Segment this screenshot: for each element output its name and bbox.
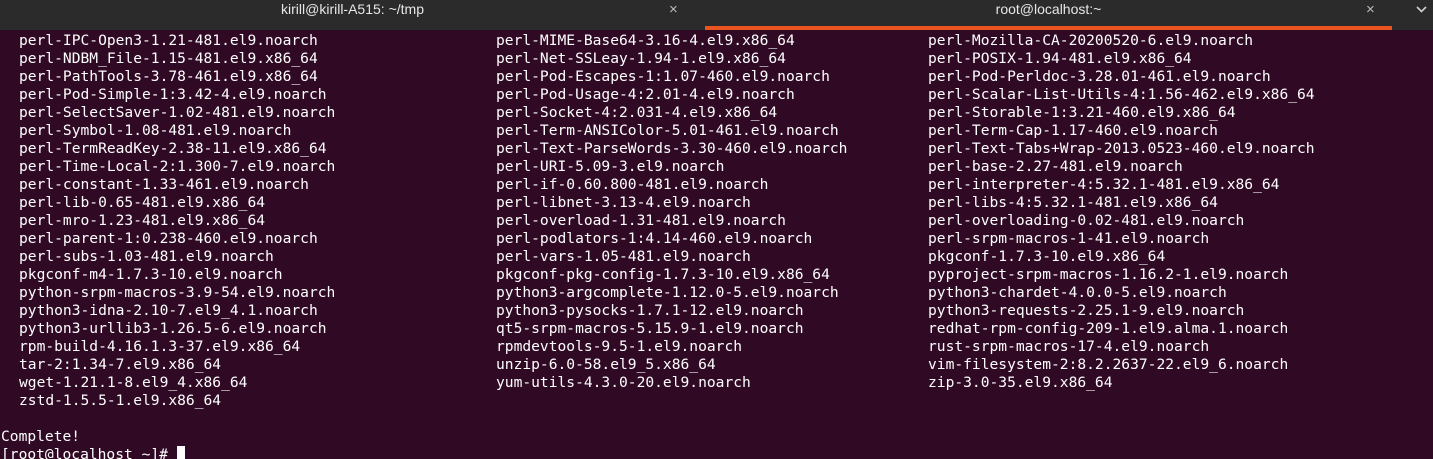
tab-kirill-tmp[interactable]: kirill@kirill-A515: ~/tmp × [0,0,705,30]
package-entry: perl-POSIX-1.94-481.el9.x86_64 [928,50,1192,67]
package-entry: perl-Text-Tabs+Wrap-2013.0523-460.el9.no… [928,140,1315,157]
package-entry: rust-srpm-macros-17-4.el9.noarch [928,338,1210,355]
close-icon[interactable]: × [1366,0,1375,19]
package-entry: wget-1.21.1-8.el9_4.x86_64 [19,374,248,391]
package-entry: zstd-1.5.5-1.el9.x86_64 [19,392,222,409]
package-entry: perl-Net-SSLeay-1.94-1.el9.x86_64 [496,50,786,67]
package-entry: perl-libs-4:5.32.1-481.el9.x86_64 [928,194,1218,211]
chevron-down-icon[interactable] [1412,0,1432,22]
package-entry: perl-overload-1.31-481.el9.noarch [496,212,786,229]
package-entry: perl-overloading-0.02-481.el9.noarch [928,212,1245,229]
package-entry: pkgconf-1.7.3-10.el9.x86_64 [928,248,1166,265]
package-entry: perl-constant-1.33-461.el9.noarch [19,176,309,193]
package-entry: perl-interpreter-4:5.32.1-481.el9.x86_64 [928,176,1280,193]
package-entry: tar-2:1.34-7.el9.x86_64 [19,356,222,373]
package-entry: unzip-6.0-58.el9_5.x86_64 [496,356,716,373]
package-entry: python3-pysocks-1.7.1-12.el9.noarch [496,302,804,319]
package-entry: zip-3.0-35.el9.x86_64 [928,374,1113,391]
package-entry: perl-Time-Local-2:1.300-7.el9.noarch [19,158,336,175]
tab-root-localhost[interactable]: root@localhost:~ × [705,0,1392,30]
package-entry: perl-base-2.27-481.el9.noarch [928,158,1183,175]
package-entry: perl-Text-ParseWords-3.30-460.el9.noarch [496,140,848,157]
package-entry: python-srpm-macros-3.9-54.el9.noarch [19,284,336,301]
package-entry: perl-Pod-Perldoc-3.28.01-461.el9.noarch [928,68,1271,85]
package-entry: perl-Socket-4:2.031-4.el9.x86_64 [496,104,778,121]
package-entry: perl-Mozilla-CA-20200520-6.el9.noarch [928,32,1254,49]
package-entry: python3-chardet-4.0.0-5.el9.noarch [928,284,1227,301]
tab-title: root@localhost:~ [995,1,1102,17]
package-entry: rpm-build-4.16.1.3-37.el9.x86_64 [19,338,301,355]
package-entry: pkgconf-m4-1.7.3-10.el9.noarch [19,266,283,283]
package-entry: perl-Term-Cap-1.17-460.el9.noarch [928,122,1218,139]
tab-bar: kirill@kirill-A515: ~/tmp × root@localho… [0,0,1433,30]
package-entry: python3-argcomplete-1.12.0-5.el9.noarch [496,284,839,301]
package-entry: python3-requests-2.25.1-9.el9.noarch [928,302,1245,319]
package-entry: perl-subs-1.03-481.el9.noarch [19,248,274,265]
package-entry: perl-parent-1:0.238-460.el9.noarch [19,230,318,247]
package-entry: vim-filesystem-2:8.2.2637-22.el9_6.noarc… [928,356,1289,373]
text-cursor [176,446,185,459]
complete-message: Complete! [1,428,81,445]
package-entry: perl-URI-5.09-3.el9.noarch [496,158,725,175]
package-entry: perl-Term-ANSIColor-5.01-461.el9.noarch [496,122,839,139]
package-entry: perl-podlators-1:4.14-460.el9.noarch [496,230,813,247]
package-entry: perl-if-0.60.800-481.el9.noarch [496,176,769,193]
package-column-2: perl-MIME-Base64-3.16-4.el9.x86_64 perl-N… [496,32,847,392]
package-entry: pkgconf-pkg-config-1.7.3-10.el9.x86_64 [496,266,830,283]
package-entry: perl-Storable-1:3.21-460.el9.x86_64 [928,104,1236,121]
shell-prompt[interactable]: [root@localhost ~]# [1,446,185,459]
package-entry: perl-NDBM_File-1.15-481.el9.x86_64 [19,50,318,67]
package-entry: rpmdevtools-9.5-1.el9.noarch [496,338,743,355]
package-entry: perl-IPC-Open3-1.21-481.el9.noarch [19,32,318,49]
package-entry: perl-PathTools-3.78-461.el9.x86_64 [19,68,318,85]
package-entry: perl-Scalar-List-Utils-4:1.56-462.el9.x8… [928,86,1315,103]
package-entry: python3-idna-2.10-7.el9_4.1.noarch [19,302,318,319]
package-entry: perl-Pod-Usage-4:2.01-4.el9.noarch [496,86,795,103]
terminal-output[interactable]: perl-IPC-Open3-1.21-481.el9.noarch perl-N… [0,30,1433,459]
package-entry: python3-urllib3-1.26.5-6.el9.noarch [19,320,327,337]
prompt-text: [root@localhost ~]# [1,446,168,459]
package-column-1: perl-IPC-Open3-1.21-481.el9.noarch perl-N… [19,32,335,410]
package-entry: perl-MIME-Base64-3.16-4.el9.x86_64 [496,32,795,49]
package-entry: pyproject-srpm-macros-1.16.2-1.el9.noarc… [928,266,1289,283]
package-entry: perl-mro-1.23-481.el9.x86_64 [19,212,266,229]
package-entry: qt5-srpm-macros-5.15.9-1.el9.noarch [496,320,804,337]
package-entry: redhat-rpm-config-209-1.el9.alma.1.noarc… [928,320,1289,337]
package-entry: perl-Symbol-1.08-481.el9.noarch [19,122,292,139]
package-entry: perl-SelectSaver-1.02-481.el9.noarch [19,104,336,121]
package-entry: perl-lib-0.65-481.el9.x86_64 [19,194,266,211]
close-icon[interactable]: × [669,0,678,19]
package-entry: perl-Pod-Simple-1:3.42-4.el9.noarch [19,86,327,103]
tab-title: kirill@kirill-A515: ~/tmp [281,1,424,17]
package-entry: perl-vars-1.05-481.el9.noarch [496,248,751,265]
package-entry: yum-utils-4.3.0-20.el9.noarch [496,374,751,391]
package-column-3: perl-Mozilla-CA-20200520-6.el9.noarch per… [928,32,1315,392]
package-entry: perl-srpm-macros-1-41.el9.noarch [928,230,1210,247]
package-entry: perl-Pod-Escapes-1:1.07-460.el9.noarch [496,68,830,85]
package-entry: perl-TermReadKey-2.38-11.el9.x86_64 [19,140,327,157]
package-entry: perl-libnet-3.13-4.el9.noarch [496,194,751,211]
